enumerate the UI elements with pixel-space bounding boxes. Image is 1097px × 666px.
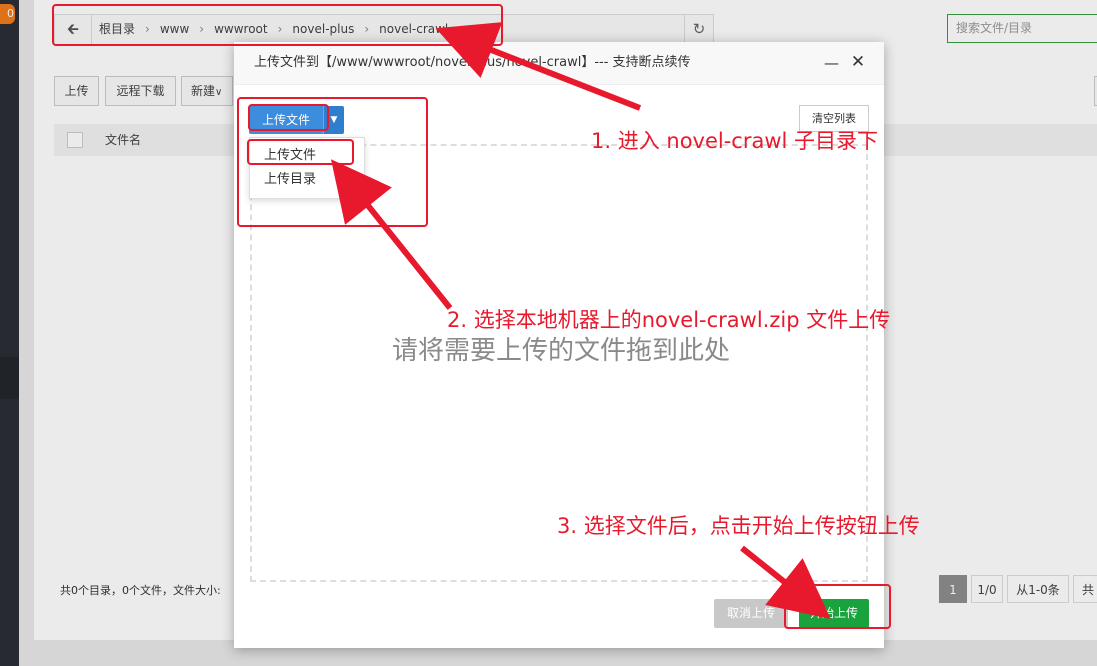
annotation-arrow-1 <box>435 22 642 111</box>
annotation-step1: 1. 进入 novel-crawl 子目录下 <box>591 129 879 153</box>
annotation-arrow-3 <box>740 545 831 619</box>
annotation-arrow-2 <box>331 159 453 310</box>
annotation-step2: 2. 选择本地机器上的novel-crawl.zip 文件上传 <box>447 308 891 332</box>
annotation-step3: 3. 选择文件后，点击开始上传按钮上传 <box>557 514 920 538</box>
